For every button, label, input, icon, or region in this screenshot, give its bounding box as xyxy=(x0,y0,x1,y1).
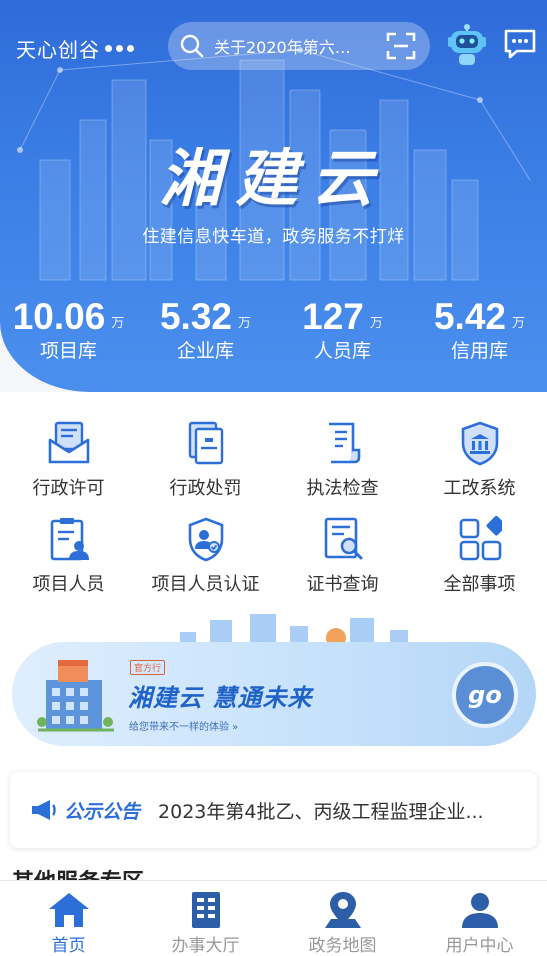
service-law-enforcement-inspection[interactable]: 执法检查 xyxy=(274,392,411,499)
search-icon xyxy=(180,34,204,58)
clipboard-person-icon xyxy=(50,518,89,561)
building-with-box-illustration xyxy=(37,660,114,732)
nav-user-center[interactable]: 用户中心 xyxy=(411,881,547,956)
service-certificate-query[interactable]: 证书查询 xyxy=(274,488,411,595)
company-name: 天心创谷 xyxy=(16,38,100,62)
nav-label: 办事大厅 xyxy=(171,936,240,956)
map-pin-icon xyxy=(324,892,361,928)
stat-label: 信用库 xyxy=(450,340,508,362)
stat-unit: 万 xyxy=(512,316,526,331)
service-reform-system[interactable]: 工改系统 xyxy=(411,392,547,499)
user-icon xyxy=(461,893,498,928)
service-administrative-license[interactable]: 行政许可 xyxy=(0,392,137,499)
certificate-search-icon xyxy=(324,517,362,560)
stat-credit-library[interactable]: 5.42 万 信用库 xyxy=(411,296,547,363)
stat-value: 5.42 xyxy=(433,296,506,337)
banner-title: 湘建云 慧通未来 xyxy=(128,684,313,712)
service-label: 全部事项 xyxy=(443,574,516,595)
stat-enterprise-library[interactable]: 5.32 万 企业库 xyxy=(137,296,274,363)
service-personnel-authentication[interactable]: 项目人员认证 xyxy=(137,488,274,595)
stat-unit: 万 xyxy=(111,316,125,331)
banner-subtitle: 给您带来不一样的体验 » xyxy=(129,722,239,733)
search-bar[interactable]: 关于2020年第六批次... xyxy=(168,22,430,70)
banner-tag: 官方行 xyxy=(130,660,166,675)
search-input[interactable]: 关于2020年第六批次... xyxy=(214,34,364,58)
message-icon[interactable] xyxy=(503,28,537,60)
stat-label: 人员库 xyxy=(313,340,371,362)
megaphone-icon xyxy=(32,800,56,820)
service-administrative-penalty[interactable]: 行政处罚 xyxy=(137,392,274,499)
company-selector[interactable]: 天心创谷 xyxy=(16,34,134,63)
service-label: 项目人员 xyxy=(32,574,105,595)
nav-label: 政务地图 xyxy=(308,936,377,956)
service-label: 项目人员认证 xyxy=(151,574,260,595)
robot-assistant-icon[interactable] xyxy=(448,24,486,66)
notice-tag: 公示公告 xyxy=(64,800,141,823)
promo-banner[interactable]: 官方行 湘建云 慧通未来 给您带来不一样的体验 » go xyxy=(12,642,536,746)
nav-home[interactable]: 首页 xyxy=(0,881,137,956)
stat-label: 项目库 xyxy=(39,340,97,362)
go-button[interactable]: go xyxy=(452,662,518,728)
stat-unit: 万 xyxy=(369,316,383,331)
stats-row: 10.06 万 项目库 5.32 万 企业库 127 万 人员库 5.42 万 信用库 xyxy=(0,296,547,376)
home-icon xyxy=(48,893,89,927)
stat-personnel-library[interactable]: 127 万 人员库 xyxy=(274,296,411,363)
scan-icon[interactable] xyxy=(386,32,416,60)
stat-project-library[interactable]: 10.06 万 项目库 xyxy=(0,296,137,363)
envelope-icon xyxy=(48,421,89,464)
document-stamp-icon xyxy=(188,421,223,465)
nav-service-hall[interactable]: 办事大厅 xyxy=(137,881,274,956)
nav-label: 首页 xyxy=(51,936,86,956)
service-grid: 行政许可 行政处罚 执法检查 工改系统 项目人员 项目人员认证 证书查询 全部事… xyxy=(0,392,547,612)
stat-label: 企业库 xyxy=(176,340,234,362)
top-bar: 天心创谷 关于2020年第六批次... xyxy=(0,0,547,92)
notice-bar[interactable]: 公示公告 2023年第4批乙、丙级工程监理企业... xyxy=(10,772,537,848)
promo-banner-zone: 官方行 湘建云 慧通未来 给您带来不一样的体验 » go xyxy=(0,612,547,762)
service-label: 证书查询 xyxy=(306,574,379,595)
grid-apps-icon xyxy=(459,516,502,561)
brand-block: 湘建云 住建信息快车道，政务服务不打烊 xyxy=(0,128,547,247)
brand-title: 湘建云 xyxy=(159,142,388,215)
bottom-navigation: 首页 办事大厅 政务地图 用户中心 xyxy=(0,880,547,956)
nav-government-map[interactable]: 政务地图 xyxy=(274,881,411,956)
notice-text[interactable]: 2023年第4批乙、丙级工程监理企业... xyxy=(158,797,518,824)
stat-value: 127 xyxy=(302,296,364,337)
brand-subtitle: 住建信息快车道，政务服务不打烊 xyxy=(142,227,405,247)
stat-value: 10.06 xyxy=(12,296,106,337)
bank-shield-icon xyxy=(461,421,498,466)
more-dots-icon xyxy=(105,45,134,52)
nav-label: 用户中心 xyxy=(445,936,514,956)
shield-person-icon xyxy=(188,517,223,562)
notice-zone: 公示公告 2023年第4批乙、丙级工程监理企业... 其他服务专区 xyxy=(0,762,547,882)
building-icon xyxy=(191,892,220,928)
service-all-items[interactable]: 全部事项 xyxy=(411,488,547,595)
service-project-personnel[interactable]: 项目人员 xyxy=(0,488,137,595)
stat-unit: 万 xyxy=(238,316,252,331)
stat-value: 5.32 xyxy=(159,296,232,337)
scroll-icon xyxy=(328,422,360,464)
hero-header: 天心创谷 关于2020年第六批次... xyxy=(0,0,547,392)
